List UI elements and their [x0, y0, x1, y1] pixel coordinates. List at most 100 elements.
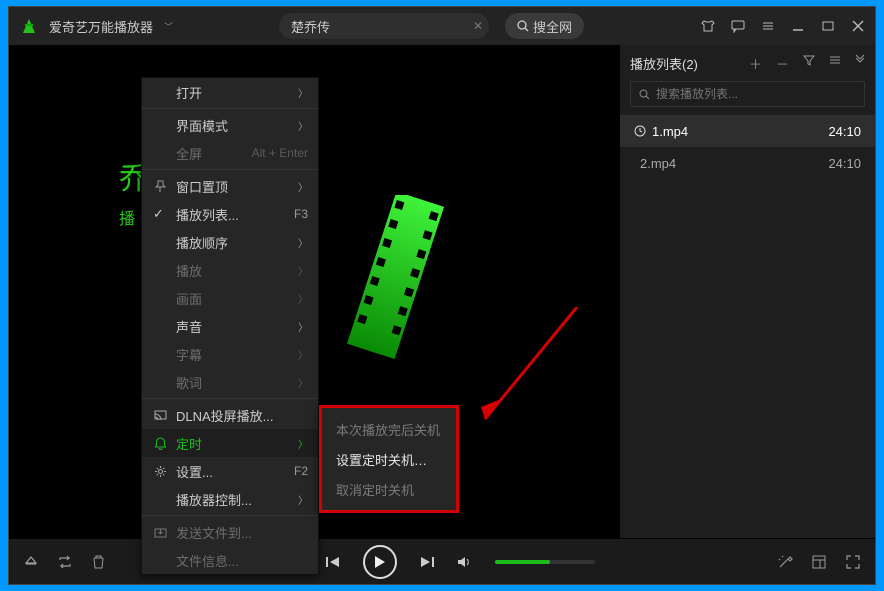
- menu-item-label: 定时: [176, 434, 202, 453]
- send-icon: [152, 524, 168, 540]
- menu-item[interactable]: 窗口置顶 〉: [142, 172, 318, 200]
- menu-item[interactable]: 播放器控制... 〉: [142, 485, 318, 513]
- chevron-right-icon: 〉: [298, 118, 308, 133]
- submenu-item: 取消定时关机: [322, 474, 456, 504]
- search-web-button[interactable]: 搜全网: [505, 13, 584, 39]
- loop-icon[interactable]: [57, 554, 73, 570]
- chevron-right-icon: 〉: [298, 375, 308, 390]
- search-input-box[interactable]: ✕: [279, 13, 489, 39]
- menu-item[interactable]: 设置... F2: [142, 457, 318, 485]
- menu-item[interactable]: DLNA投屏播放...: [142, 401, 318, 429]
- search-icon: [639, 89, 650, 100]
- chevron-right-icon: 〉: [298, 235, 308, 250]
- feedback-icon[interactable]: [731, 19, 745, 33]
- playlist-item[interactable]: 2.mp4 24:10: [620, 147, 875, 179]
- chevron-right-icon: 〉: [298, 436, 308, 451]
- titlebar: 爱奇艺万能播放器 ﹀ ✕ 搜全网: [9, 7, 875, 45]
- menu-item-shortcut: F3: [294, 207, 308, 221]
- playlist-remove-icon[interactable]: －: [776, 54, 789, 73]
- maximize-icon[interactable]: [821, 19, 835, 33]
- playlist-panel: 播放列表(2) ＋ － 1.mp4 24:10 2.mp4 24:10: [619, 45, 875, 538]
- menu-item-label: 窗口置顶: [176, 177, 228, 196]
- menu-item-label: 设置...: [176, 462, 213, 481]
- delete-icon[interactable]: [91, 554, 106, 570]
- menu-item-label: 声音: [176, 317, 202, 336]
- menu-item-label: 界面模式: [176, 116, 228, 135]
- playlist-search[interactable]: [630, 81, 865, 107]
- menu-item: 播放 〉: [142, 256, 318, 284]
- menu-item-label: 播放: [176, 261, 202, 280]
- menu-item-label: DLNA投屏播放...: [176, 406, 274, 425]
- chevron-right-icon: 〉: [298, 179, 308, 194]
- menu-item[interactable]: 打开〉: [142, 78, 318, 106]
- menu-item-label: 画面: [176, 289, 202, 308]
- menu-item[interactable]: 播放列表... F3: [142, 200, 318, 228]
- playlist-filter-icon[interactable]: [803, 54, 815, 73]
- app-title-dropdown-icon[interactable]: ﹀: [164, 20, 173, 33]
- menu-item[interactable]: 定时 〉: [142, 429, 318, 457]
- volume-icon[interactable]: [457, 555, 473, 569]
- fullscreen-icon[interactable]: [845, 554, 861, 570]
- playlist-header: 播放列表(2) ＋ －: [620, 45, 875, 81]
- controls-bar: [9, 538, 875, 584]
- menu-item: 歌词 〉: [142, 368, 318, 396]
- titlebar-buttons: [701, 19, 865, 33]
- submenu-item-label: 取消定时关机: [336, 480, 414, 499]
- menu-item-label: 播放器控制...: [176, 490, 252, 509]
- menu-item: 发送文件到...: [142, 518, 318, 546]
- submenu-item: 本次播放完后关机: [322, 414, 456, 444]
- menu-item-label: 文件信息...: [176, 551, 239, 570]
- menu-item: 文件信息...: [142, 546, 318, 574]
- menu-item[interactable]: 声音〉: [142, 312, 318, 340]
- playlist-toggle-icon[interactable]: [811, 554, 827, 570]
- submenu-item-label: 设置定时关机…: [336, 450, 427, 469]
- menu-item: 画面〉: [142, 284, 318, 312]
- centerpiece-film-icon: [299, 195, 489, 365]
- close-icon[interactable]: [851, 19, 865, 33]
- menu-item[interactable]: 播放顺序 〉: [142, 228, 318, 256]
- menu-item: 全屏Alt + Enter: [142, 139, 318, 167]
- chevron-right-icon: 〉: [298, 263, 308, 278]
- playlist-collapse-icon[interactable]: [855, 54, 865, 73]
- volume-slider[interactable]: [495, 560, 595, 564]
- gear-icon: [152, 463, 168, 479]
- app-title: 爱奇艺万能播放器: [49, 17, 153, 36]
- tshirt-icon[interactable]: [701, 19, 715, 33]
- menu-item-shortcut: F2: [294, 464, 308, 478]
- chevron-right-icon: 〉: [298, 492, 308, 507]
- play-button[interactable]: [363, 545, 397, 579]
- eject-icon[interactable]: [23, 554, 39, 570]
- timer-submenu[interactable]: 本次播放完后关机设置定时关机… 取消定时关机: [319, 405, 459, 513]
- playlist-item-name: 1.mp4: [652, 124, 688, 139]
- playlist-actions: ＋ －: [749, 54, 865, 73]
- menu-item[interactable]: 界面模式 〉: [142, 111, 318, 139]
- playlist-add-icon[interactable]: ＋: [749, 54, 762, 73]
- menu-icon[interactable]: [761, 19, 775, 33]
- playlist-search-input[interactable]: [656, 87, 856, 101]
- playlist-item-duration: 24:10: [828, 124, 861, 139]
- playlist-list-icon[interactable]: [829, 54, 841, 73]
- search-input[interactable]: [291, 19, 467, 34]
- menu-item-label: 字幕: [176, 345, 202, 364]
- search-web-label: 搜全网: [533, 17, 572, 36]
- menu-item-label: 播放列表...: [176, 205, 239, 224]
- cast-icon: [152, 407, 168, 423]
- playlist-item[interactable]: 1.mp4 24:10: [620, 115, 875, 147]
- prev-button[interactable]: [325, 555, 341, 569]
- menu-item-label: 播放顺序: [176, 233, 228, 252]
- effects-icon[interactable]: [777, 554, 793, 570]
- menu-item: 字幕〉: [142, 340, 318, 368]
- minimize-icon[interactable]: [791, 19, 805, 33]
- menu-item-label: 打开: [176, 83, 202, 102]
- next-button[interactable]: [419, 555, 435, 569]
- menu-item-label: 发送文件到...: [176, 523, 252, 542]
- playlist-item-duration: 24:10: [828, 156, 861, 171]
- context-menu[interactable]: 打开〉界面模式〉全屏Alt + Enter窗口置顶〉播放列表...F3播放顺序〉…: [141, 77, 319, 575]
- playlist-title: 播放列表(2): [630, 54, 698, 73]
- menu-item-label: 歌词: [176, 373, 202, 392]
- clear-search-icon[interactable]: ✕: [467, 19, 489, 33]
- search-icon: [517, 20, 529, 32]
- submenu-item[interactable]: 设置定时关机…: [322, 444, 456, 474]
- playlist-item-name: 2.mp4: [640, 156, 676, 171]
- menu-item-shortcut: Alt + Enter: [252, 146, 308, 160]
